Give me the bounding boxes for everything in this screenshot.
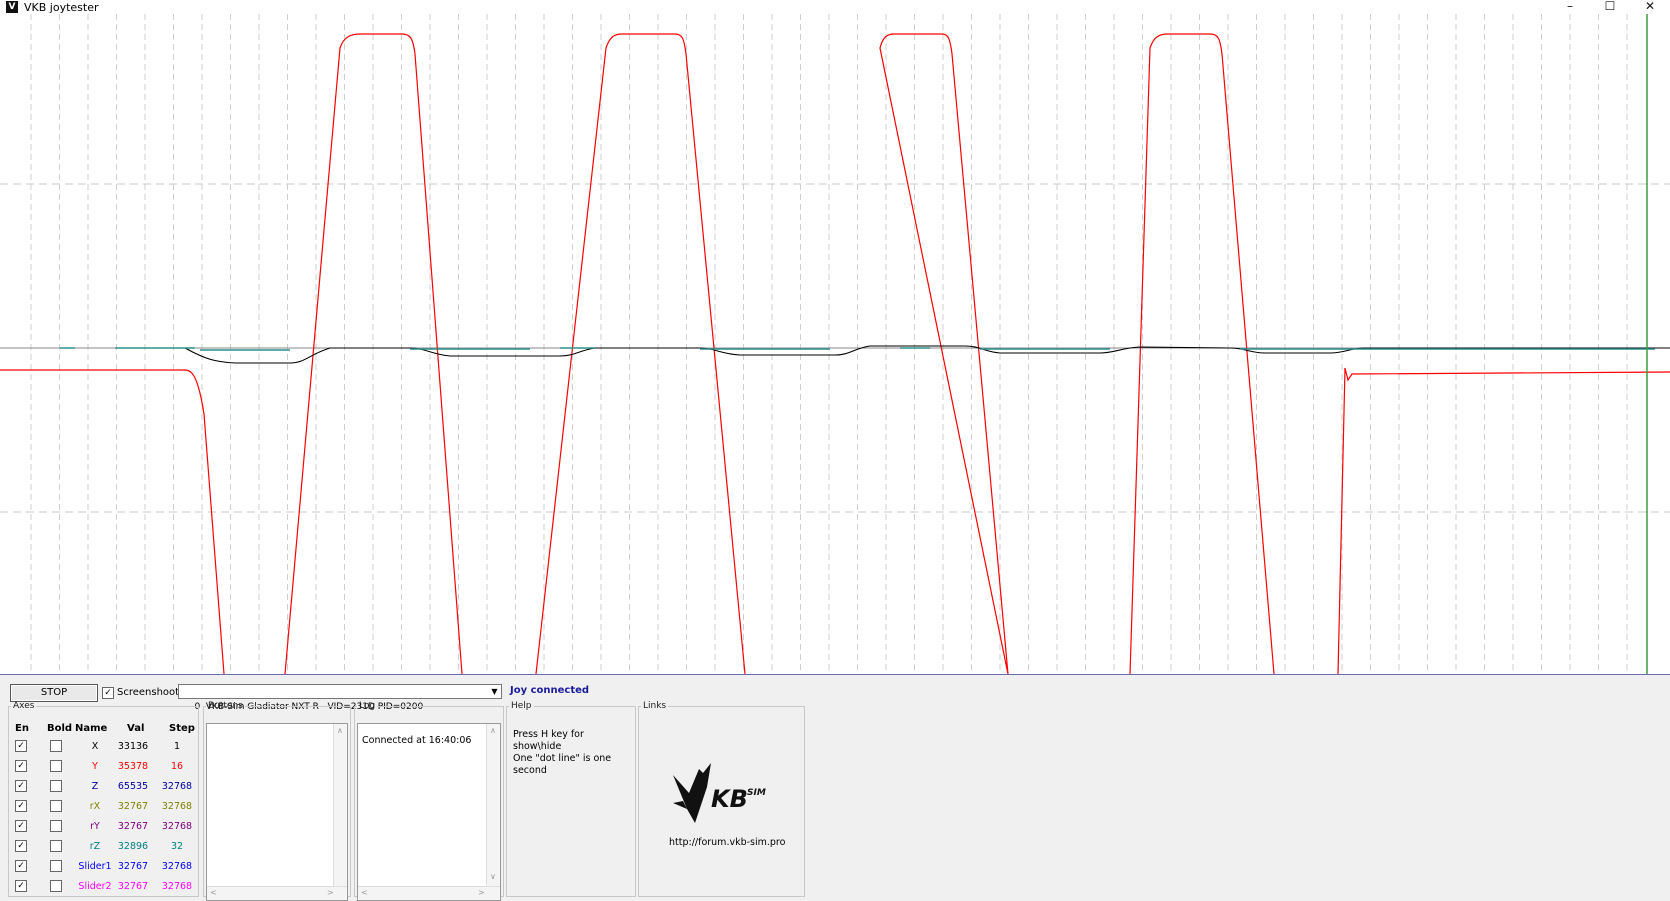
log-horizontal-scrollbar[interactable]: < > <box>358 886 500 900</box>
screenshot-label: Screenshoot <box>117 687 180 698</box>
logo-text: KB <box>711 785 748 813</box>
axis-bold-checkbox[interactable] <box>50 740 62 752</box>
axis-value: 32896 <box>117 841 149 852</box>
help-group: Help Press H key for show\hide One "dot … <box>506 701 636 897</box>
vkb-sim-logo: KB SIM <box>673 763 766 823</box>
axis-value: 32767 <box>117 881 149 892</box>
axis-step: 32768 <box>161 881 193 892</box>
axis-step: 32 <box>170 841 184 852</box>
log-line: Connected at 16:40:06 <box>362 735 472 746</box>
axis-value: 32767 <box>117 821 149 832</box>
help-line-1: Press H key for show\hide <box>513 729 584 752</box>
axis-value: 65535 <box>117 781 149 792</box>
header-bold: Bold <box>47 723 73 734</box>
time-grid <box>30 14 1628 674</box>
axis-bold-checkbox[interactable] <box>50 880 62 892</box>
minimize-button[interactable]: – <box>1552 0 1588 14</box>
chevron-down-icon[interactable]: ▼ <box>488 685 501 698</box>
title-bar: V VKB joytester – ☐ ✕ <box>0 0 1670 14</box>
scroll-down-icon[interactable]: ∨ <box>490 872 496 881</box>
help-group-title: Help <box>511 701 532 711</box>
y-axis-trace <box>535 33 746 674</box>
axes-group: Axes En Bold Name Val Step ✓ X 33136 1 ✓ Y 353… <box>8 701 199 897</box>
header-name: Name <box>75 723 108 734</box>
axis-step: 32768 <box>161 781 193 792</box>
axis-bold-checkbox[interactable] <box>50 820 62 832</box>
axis-enable-checkbox[interactable]: ✓ <box>15 740 27 752</box>
axis-bold-checkbox[interactable] <box>50 760 62 772</box>
links-group: Links KB SIM http://forum.vkb-sim.pro <box>638 701 805 897</box>
axis-enable-checkbox[interactable]: ✓ <box>15 820 27 832</box>
axis-enable-checkbox[interactable]: ✓ <box>15 780 27 792</box>
axis-bold-checkbox[interactable] <box>50 840 62 852</box>
scroll-left-icon[interactable]: < <box>361 888 368 897</box>
header-en: En <box>15 723 29 734</box>
axes-group-title: Axes <box>13 701 35 711</box>
buttons-vertical-scrollbar[interactable]: ∧ <box>333 724 347 886</box>
buttons-list[interactable]: ∧ < > <box>206 723 348 901</box>
maximize-button[interactable]: ☐ <box>1592 0 1628 14</box>
axis-enable-checkbox[interactable]: ✓ <box>15 860 27 872</box>
axis-step: 1 <box>173 741 181 752</box>
axis-step: 16 <box>170 761 184 772</box>
axis-enable-checkbox[interactable]: ✓ <box>15 800 27 812</box>
device-select[interactable]: 0 VKB-Sim Gladiator NXT R VID=231D PID=0… <box>178 684 502 712</box>
axis-step: 32768 <box>161 821 193 832</box>
control-panel: STOP ✓ Screenshoot 0 VKB-Sim Gladiator N… <box>0 674 1670 901</box>
buttons-group-title: Buttons <box>208 701 243 711</box>
scroll-right-icon[interactable]: > <box>478 888 485 897</box>
axis-enable-checkbox[interactable]: ✓ <box>15 840 27 852</box>
scroll-right-icon[interactable]: > <box>327 888 334 897</box>
axis-enable-checkbox[interactable]: ✓ <box>15 880 27 892</box>
y-axis-trace <box>879 33 1009 674</box>
stop-button[interactable]: STOP <box>10 684 98 702</box>
axis-bold-checkbox[interactable] <box>50 780 62 792</box>
axis-step: 32768 <box>161 801 193 812</box>
scroll-up-icon[interactable]: ∧ <box>337 726 343 735</box>
log-group-title: Log <box>359 701 376 711</box>
close-button[interactable]: ✕ <box>1632 0 1668 14</box>
forum-link[interactable]: http://forum.vkb-sim.pro <box>669 837 785 848</box>
axis-step: 32768 <box>161 861 193 872</box>
log-box[interactable]: Connected at 16:40:06 ∧ ∨ < > <box>357 723 501 901</box>
axis-enable-checkbox[interactable]: ✓ <box>15 760 27 772</box>
window-title: VKB joytester <box>24 0 99 14</box>
axis-value: 35378 <box>117 761 149 772</box>
traces <box>0 33 1670 674</box>
scroll-left-icon[interactable]: < <box>210 888 217 897</box>
axis-bold-checkbox[interactable] <box>50 800 62 812</box>
axis-bold-checkbox[interactable] <box>50 860 62 872</box>
screenshot-checkbox[interactable]: ✓ <box>102 687 114 699</box>
axis-trace-plot <box>0 14 1670 674</box>
links-group-title: Links <box>643 701 667 711</box>
app-icon: V <box>6 1 18 13</box>
scroll-up-icon[interactable]: ∧ <box>490 726 496 735</box>
y-axis-trace <box>1129 33 1275 674</box>
y-axis-trace <box>0 369 225 674</box>
log-group: Log Connected at 16:40:06 ∧ ∨ < > <box>354 701 504 901</box>
y-axis-trace <box>1337 367 1670 674</box>
help-text: Press H key for show\hide One "dot line"… <box>513 729 635 777</box>
log-vertical-scrollbar[interactable]: ∧ ∨ <box>486 724 500 886</box>
buttons-horizontal-scrollbar[interactable]: < > <box>207 886 347 900</box>
header-step: Step <box>169 723 195 734</box>
axis-value: 32767 <box>117 861 149 872</box>
logo-sup-text: SIM <box>747 788 766 798</box>
axis-value: 33136 <box>117 741 149 752</box>
connection-status: Joy connected <box>510 685 590 696</box>
buttons-group: Buttons ∧ < > <box>203 701 351 901</box>
axis-value: 32767 <box>117 801 149 812</box>
header-val: Val <box>127 723 145 734</box>
help-line-2: One "dot line" is one second <box>513 753 612 776</box>
